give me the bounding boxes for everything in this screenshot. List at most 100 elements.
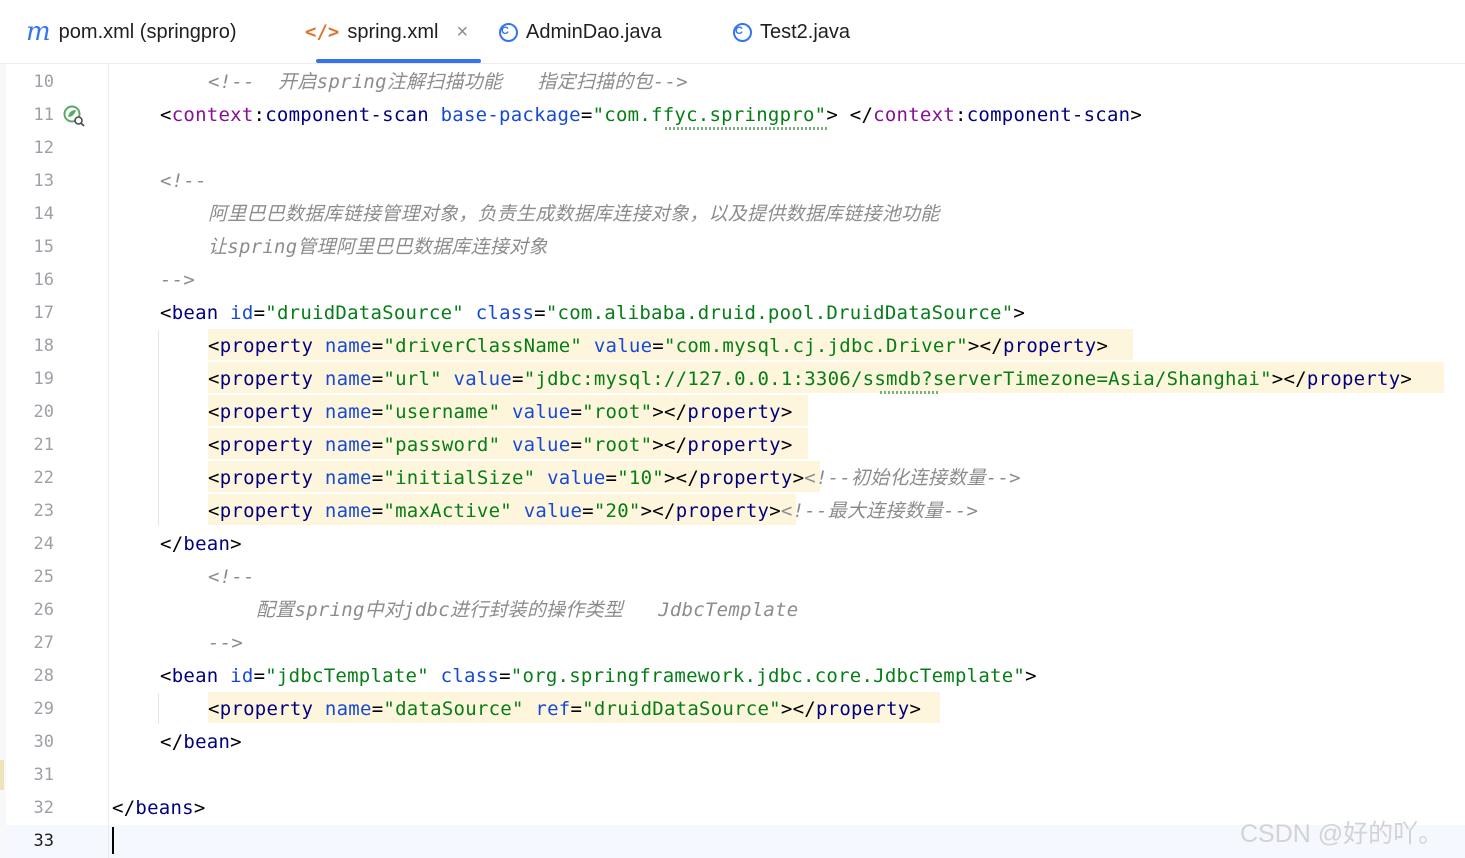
line-number: 25 bbox=[33, 567, 54, 587]
line-number-current: 33 bbox=[33, 831, 54, 851]
attr-value: "driverClassName" bbox=[383, 335, 583, 357]
code-line-13: <!-- bbox=[160, 165, 207, 198]
attr-name: value bbox=[511, 401, 571, 423]
attr-name: name bbox=[324, 434, 372, 456]
attr-value: "initialSize" bbox=[383, 467, 536, 489]
attr-value: "20" bbox=[593, 500, 641, 522]
indent-guide bbox=[158, 693, 159, 724]
attr-name: value bbox=[511, 434, 571, 456]
line-number: 26 bbox=[33, 600, 54, 620]
comment: <!--初始化连接数量--> bbox=[804, 467, 1021, 489]
tag-name: beans bbox=[135, 797, 194, 819]
tag-name: property bbox=[1306, 368, 1401, 390]
watermark: CSDN @好的吖。 bbox=[1240, 820, 1444, 848]
text-caret bbox=[112, 827, 114, 854]
punct: </ bbox=[849, 104, 874, 126]
attr-value: "druidDataSource" bbox=[265, 302, 464, 324]
indent-guide bbox=[158, 330, 159, 526]
punct: : bbox=[954, 104, 967, 126]
code-line-28: <bean id="jdbcTemplate" class="org.sprin… bbox=[160, 665, 1037, 687]
close-icon[interactable]: × bbox=[456, 21, 468, 44]
java-class-icon: C bbox=[499, 22, 518, 42]
tag-name: property bbox=[687, 434, 781, 456]
tag-name: property bbox=[219, 467, 314, 489]
attr-value: "10" bbox=[617, 467, 664, 489]
spring-bean-gutter-icon[interactable] bbox=[63, 105, 85, 127]
attr-value: "jdbc:mysql://127.0.0.1:3306/ssmdb?serve… bbox=[523, 368, 1272, 390]
code-line-17: <bean id="druidDataSource" class="com.al… bbox=[160, 302, 1026, 324]
attr-name: ref bbox=[535, 698, 571, 720]
attr-name: class bbox=[475, 302, 535, 324]
attr-name: name bbox=[324, 401, 372, 423]
java-class-icon: C bbox=[733, 22, 752, 42]
attr-value: "password" bbox=[383, 434, 501, 456]
tag-name: bean bbox=[171, 665, 219, 687]
comment: 阿里巴巴数据库链接管理对象，负责生成数据库连接对象，以及提供数据库链接池功能 bbox=[208, 203, 940, 225]
attr-value: "username" bbox=[383, 401, 501, 423]
tab-label: pom.xml (springpro) bbox=[58, 20, 237, 43]
line-number: 23 bbox=[33, 501, 54, 521]
line-number: 19 bbox=[33, 369, 54, 389]
xml-file-icon: </> bbox=[305, 21, 340, 43]
tag-name: bean bbox=[183, 533, 231, 555]
line-number: 24 bbox=[33, 534, 54, 554]
attr-value: "dataSource" bbox=[383, 698, 524, 720]
maven-icon: m bbox=[26, 17, 51, 47]
tab-admindao-java[interactable]: C AdminDao.java bbox=[499, 0, 662, 64]
attr-value: "org.springframework.jdbc.core.JdbcTempl… bbox=[510, 665, 1026, 687]
attr-name: value bbox=[453, 368, 512, 390]
code-line-26: 配置spring中对jdbc进行封装的操作类型 JdbcTemplate bbox=[256, 594, 798, 627]
code-line-22: <property name="initialSize" value="10">… bbox=[208, 467, 1021, 489]
punct: > bbox=[826, 104, 839, 126]
line-number: 29 bbox=[33, 699, 54, 719]
active-tab-indicator bbox=[316, 59, 481, 63]
punct: : bbox=[253, 104, 266, 126]
tag-name: component-scan bbox=[265, 104, 429, 126]
code-line-21: <property name="password" value="root"><… bbox=[208, 434, 793, 456]
code-line-18: <property name="driverClassName" value="… bbox=[208, 335, 1109, 357]
code-line-30: </bean> bbox=[160, 731, 242, 753]
tag-name: property bbox=[219, 335, 314, 357]
tag-name: property bbox=[219, 368, 314, 390]
attr-name: base-package bbox=[440, 104, 581, 126]
code-line-14: 阿里巴巴数据库链接管理对象，负责生成数据库连接对象，以及提供数据库链接池功能 bbox=[208, 198, 940, 231]
code-line-25: <!-- bbox=[208, 561, 255, 594]
line-number: 27 bbox=[33, 633, 54, 653]
line-number: 13 bbox=[33, 171, 54, 191]
attr-value: "maxActive" bbox=[383, 500, 512, 522]
tab-test2-java[interactable]: C Test2.java bbox=[733, 0, 850, 64]
attr-value: "druidDataSource" bbox=[582, 698, 781, 720]
namespace: context bbox=[171, 104, 254, 126]
code-line-29: <property name="dataSource" ref="druidDa… bbox=[208, 698, 922, 720]
attr-value: "jdbcTemplate" bbox=[265, 665, 429, 687]
code-line-32: </beans> bbox=[112, 797, 206, 819]
line-number: 31 bbox=[33, 765, 54, 785]
code-line-23: <property name="maxActive" value="20"></… bbox=[208, 500, 979, 522]
tab-label: Test2.java bbox=[760, 20, 851, 43]
code-line-20: <property name="username" value="root"><… bbox=[208, 401, 793, 423]
line-number: 28 bbox=[33, 666, 54, 686]
line-number: 14 bbox=[33, 204, 54, 224]
namespace: context bbox=[873, 104, 955, 126]
punct: < bbox=[160, 104, 172, 126]
tag-name: bean bbox=[183, 731, 231, 753]
line-number: 11 bbox=[33, 105, 54, 125]
line-number: 15 bbox=[33, 237, 54, 257]
code-line-10: <!-- 开启spring注解扫描功能 指定扫描的包--> bbox=[208, 66, 688, 99]
change-marker bbox=[0, 760, 4, 790]
comment: <!--最大连接数量--> bbox=[780, 500, 979, 522]
comment: 配置spring中对jdbc进行封装的操作类型 JdbcTemplate bbox=[256, 599, 799, 621]
attr-name: value bbox=[523, 500, 583, 522]
tab-spring-xml[interactable]: </> spring.xml × bbox=[305, 0, 468, 64]
attr-value: "root" bbox=[582, 401, 653, 423]
line-number: 30 bbox=[33, 732, 54, 752]
tag-name: component-scan bbox=[966, 104, 1131, 126]
punct: = bbox=[580, 104, 593, 126]
gutter-separator bbox=[108, 64, 109, 858]
tag-name: bean bbox=[171, 302, 219, 324]
tag-name: property bbox=[219, 500, 314, 522]
tag-name: property bbox=[219, 434, 314, 456]
code-line-11: <context:component-scan base-package="co… bbox=[160, 99, 1142, 132]
tag-name: property bbox=[219, 698, 314, 720]
tab-pom-xml[interactable]: m pom.xml (springpro) bbox=[26, 0, 236, 64]
